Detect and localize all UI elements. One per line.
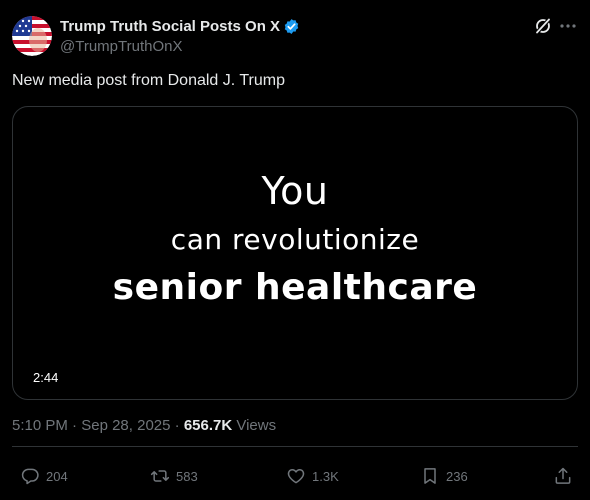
post-date[interactable]: Sep 28, 2025 [81, 417, 170, 434]
like-count: 1.3K [312, 468, 339, 484]
name-row: Trump Truth Social Posts On X [60, 17, 300, 35]
post-time[interactable]: 5:10 PM [12, 417, 68, 434]
video-caption-line-3: senior healthcare [112, 267, 478, 308]
repost-count: 583 [176, 468, 198, 484]
avatar[interactable] [12, 16, 52, 56]
post-text: New media post from Donald J. Trump [12, 72, 285, 89]
video-caption-line-1: You [261, 169, 329, 213]
more-icon[interactable] [558, 16, 578, 36]
bookmark-icon [424, 468, 436, 484]
video-duration-badge: 2:44 [25, 368, 67, 387]
author-block: Trump Truth Social Posts On X @TrumpTrut… [60, 17, 300, 55]
display-name[interactable]: Trump Truth Social Posts On X [60, 18, 280, 35]
handle[interactable]: @TrumpTruthOnX [60, 38, 300, 55]
grok-icon[interactable] [533, 16, 553, 36]
bookmark-button[interactable]: 236 [420, 465, 468, 487]
video-caption-line-2: can revolutionize [170, 223, 420, 256]
reply-button[interactable]: 204 [20, 465, 68, 487]
reply-count: 204 [46, 468, 68, 484]
verified-badge-icon [283, 18, 300, 35]
like-button[interactable]: 1.3K [286, 465, 339, 487]
views-count: 656.7K [183, 417, 233, 434]
post-meta: 5:10 PM · Sep 28, 2025 · 656.7K Views [12, 417, 276, 434]
flag-avatar-icon [12, 16, 52, 56]
divider [12, 446, 578, 447]
share-icon [555, 467, 571, 484]
meta-separator: · [174, 417, 180, 434]
tweet: Trump Truth Social Posts On X @TrumpTrut… [0, 0, 590, 500]
bookmark-count: 236 [446, 468, 468, 484]
share-button[interactable] [553, 465, 573, 487]
repost-button[interactable]: 583 [150, 465, 198, 487]
meta-separator: · [72, 417, 78, 434]
views-label: Views [236, 417, 277, 434]
heart-icon [287, 469, 305, 484]
repost-icon [150, 470, 170, 482]
reply-icon [21, 468, 39, 485]
video-player[interactable]: You can revolutionize senior healthcare … [12, 106, 578, 400]
